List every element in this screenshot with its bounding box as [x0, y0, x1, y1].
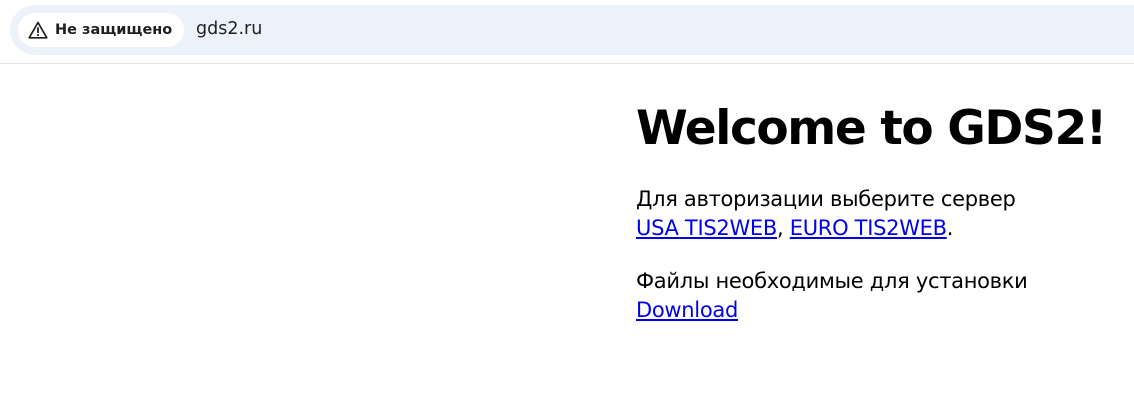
- warning-triangle-icon: [28, 21, 48, 39]
- usa-tis2web-link[interactable]: USA TIS2WEB: [636, 216, 777, 240]
- browser-toolbar: Не защищено gds2.ru: [0, 0, 1134, 64]
- files-paragraph: Файлы необходимые для установки Download: [636, 267, 1126, 325]
- page-content: Welcome to GDS2! Для авторизации выберит…: [636, 96, 1126, 325]
- security-label: Не защищено: [55, 22, 173, 38]
- auth-text: Для авторизации выберите сервер: [636, 187, 1016, 211]
- page-title: Welcome to GDS2!: [636, 101, 1107, 156]
- url-text[interactable]: gds2.ru: [196, 19, 262, 39]
- auth-paragraph: Для авторизации выберите сервер USA TIS2W…: [636, 185, 1126, 243]
- download-link[interactable]: Download: [636, 298, 738, 322]
- euro-tis2web-link[interactable]: EURO TIS2WEB: [790, 216, 947, 240]
- link-separator: ,: [776, 216, 790, 240]
- files-text: Файлы необходимые для установки: [636, 269, 1028, 293]
- security-indicator-button[interactable]: Не защищено: [18, 13, 185, 47]
- address-bar[interactable]: Не защищено gds2.ru: [10, 5, 1134, 55]
- sentence-period: .: [946, 216, 954, 240]
